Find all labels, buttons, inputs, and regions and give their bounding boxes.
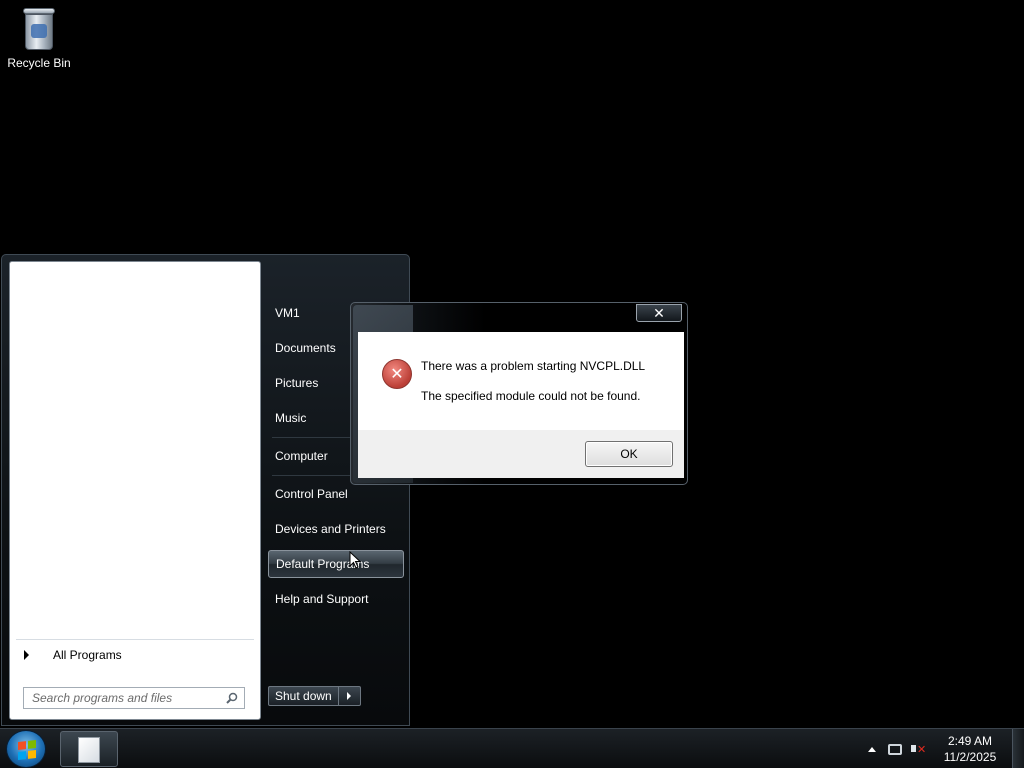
menu-item-default-programs[interactable]: Default Programs: [268, 550, 404, 578]
show-desktop-button[interactable]: [1012, 729, 1024, 768]
menu-item-label: Help and Support: [275, 592, 369, 606]
menu-item-devices-and-printers[interactable]: Devices and Printers: [268, 515, 404, 543]
error-icon: ✕: [382, 359, 412, 389]
all-programs-label: All Programs: [53, 647, 122, 662]
clock-time: 2:49 AM: [947, 734, 993, 748]
shutdown-group: Shut down: [268, 686, 361, 706]
close-icon: ✕: [653, 304, 665, 321]
clock-date: 11/2/2025: [943, 750, 997, 764]
menu-item-label: Documents: [275, 341, 336, 355]
clock[interactable]: 2:49 AM 11/2/2025: [934, 733, 1006, 765]
shutdown-button[interactable]: Shut down: [268, 686, 339, 706]
show-hidden-icons-icon[interactable]: [868, 746, 876, 752]
mouse-cursor-icon: [349, 551, 361, 569]
menu-item-label: Control Panel: [275, 487, 348, 501]
menu-item-label: Computer: [275, 449, 328, 463]
volume-muted-icon[interactable]: [910, 741, 926, 757]
start-search-box[interactable]: [23, 687, 245, 709]
taskbar-button-document[interactable]: [60, 731, 118, 767]
arrow-right-icon: [24, 649, 29, 660]
close-button[interactable]: ✕: [636, 304, 682, 322]
taskbar: 2:49 AM 11/2/2025: [0, 728, 1024, 768]
error-dialog: ✕ ✕ There was a problem starting NVCPL.D…: [350, 302, 688, 485]
document-icon: [78, 737, 100, 763]
desktop-icon-label: Recycle Bin: [7, 56, 71, 70]
system-tray: 2:49 AM 11/2/2025: [868, 729, 1024, 768]
search-input[interactable]: [32, 691, 222, 705]
dialog-message-detail: The specified module could not be found.: [421, 389, 641, 403]
menu-item-label: VM1: [275, 306, 300, 320]
desktop-icon-recycle-bin[interactable]: Recycle Bin: [4, 6, 74, 70]
shutdown-options-button[interactable]: [338, 686, 361, 706]
start-button[interactable]: [6, 730, 46, 768]
menu-item-label: Music: [275, 411, 307, 425]
ok-button[interactable]: OK: [585, 441, 673, 467]
network-icon[interactable]: [888, 743, 902, 755]
windows-logo-icon: [18, 740, 36, 760]
start-menu: All Programs VM1 Documents Pictures Musi…: [1, 254, 410, 726]
menu-item-label: Devices and Printers: [275, 522, 386, 536]
menu-item-label: Pictures: [275, 376, 319, 390]
menu-item-help-and-support[interactable]: Help and Support: [268, 585, 404, 613]
dialog-message-title: There was a problem starting NVCPL.DLL: [421, 359, 646, 373]
recycle-bin-icon: [21, 6, 57, 52]
all-programs-button[interactable]: All Programs: [16, 639, 254, 669]
start-menu-programs-pane: All Programs: [9, 261, 261, 720]
search-icon[interactable]: [226, 692, 238, 704]
